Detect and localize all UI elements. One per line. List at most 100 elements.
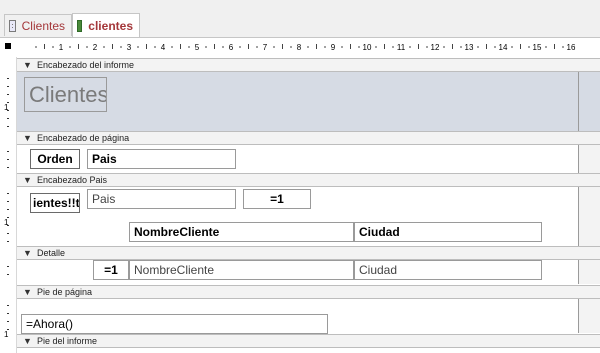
ruler-tick [477, 46, 479, 48]
ruler-tick [146, 44, 147, 49]
ruler-number: 14 [499, 43, 508, 52]
section-bar-report-footer[interactable]: ▼ Pie del informe [17, 334, 600, 348]
ahora-field[interactable]: =Ahora() [21, 314, 328, 334]
ciudad-field[interactable]: Ciudad [354, 260, 542, 280]
report-header-right-edge [578, 72, 600, 131]
detail-counter-field[interactable]: =1 [93, 260, 129, 280]
ruler-number: 15 [533, 43, 542, 52]
ruler-tick [52, 46, 54, 48]
ruler-tick [7, 167, 9, 168]
group-counter-field[interactable]: =1 [243, 189, 311, 209]
ruler-tick [350, 44, 351, 49]
ruler-tick [205, 46, 207, 48]
ruler-tick [7, 274, 9, 275]
tab-clientes-report[interactable]: Clientes [4, 14, 72, 36]
ruler-number: 1 [59, 43, 64, 52]
ruler-tick [180, 44, 181, 49]
ruler-tick [426, 46, 428, 48]
tab-clientes-form[interactable]: clientes [72, 13, 140, 37]
ruler-number: 9 [331, 43, 336, 52]
ruler-tick [103, 46, 105, 48]
ruler-tick [486, 44, 487, 49]
group-expression-field[interactable]: ientes!!te [30, 193, 80, 213]
section-label: Encabezado del informe [37, 60, 135, 70]
ruler-tick [7, 241, 9, 242]
ruler-tick [452, 44, 453, 49]
ruler-number: 1 [4, 103, 9, 112]
nombrecliente-field[interactable]: NombreCliente [129, 260, 354, 280]
ruler-tick [511, 46, 513, 48]
pais-field[interactable]: Pais [87, 189, 236, 209]
page-header-right-edge [578, 145, 600, 173]
ruler-tick [307, 46, 309, 48]
ruler-tick [324, 46, 326, 48]
section-bar-report-header[interactable]: ▼ Encabezado del informe [17, 58, 600, 72]
ruler-tick [384, 44, 385, 49]
ruler-tick [520, 44, 521, 49]
ruler-tick [562, 46, 564, 48]
ruler-tick [7, 94, 9, 95]
tab-label: Clientes [21, 18, 65, 33]
orden-label[interactable]: Orden [30, 149, 80, 169]
ruler-tick [7, 266, 9, 267]
section-arrow-icon: ▼ [23, 60, 32, 70]
form-icon [77, 19, 83, 32]
ruler-tick [86, 46, 88, 48]
ruler-number: 13 [465, 43, 474, 52]
select-report-icon [5, 43, 11, 49]
section-label: Pie del informe [37, 336, 98, 346]
ruler-number: 10 [363, 43, 372, 52]
ruler-number: 3 [127, 43, 132, 52]
pais-label[interactable]: Pais [87, 149, 236, 169]
section-bar-page-footer[interactable]: ▼ Pie de página [17, 285, 600, 299]
ruler-tick [545, 46, 547, 48]
nombrecliente-label[interactable]: NombreCliente [129, 222, 354, 242]
section-label: Detalle [37, 248, 66, 258]
ruler-tick [7, 209, 9, 210]
section-bar-page-header[interactable]: ▼ Encabezado de página [17, 131, 600, 145]
report-header-area[interactable]: Clientes [17, 72, 600, 131]
detail-area[interactable]: =1 NombreCliente Ciudad [17, 260, 600, 284]
ruler-tick [7, 201, 9, 202]
group-header-right-edge [578, 187, 600, 246]
group-header-area[interactable]: ientes!!te Pais =1 NombreCliente Ciudad [17, 187, 600, 246]
ruler-tick [358, 46, 360, 48]
ruler-tick [188, 46, 190, 48]
section-bar-detail[interactable]: ▼ Detalle [17, 246, 600, 260]
ciudad-label[interactable]: Ciudad [354, 222, 542, 242]
ruler-tick [392, 46, 394, 48]
ruler-tick [7, 78, 9, 79]
page-footer-area[interactable]: =Ahora() [17, 299, 600, 334]
detail-right-edge [578, 260, 600, 284]
ruler-tick [375, 46, 377, 48]
ruler-corner-selector[interactable] [0, 40, 17, 54]
report-title-label[interactable]: Clientes [24, 77, 107, 112]
ruler-number: 11 [397, 43, 406, 52]
ruler-tick [78, 44, 79, 49]
ruler-number: 1 [4, 218, 9, 227]
ruler-tick [494, 46, 496, 48]
ruler-tick [7, 193, 9, 194]
ruler-tick [316, 44, 317, 49]
ruler-tick [7, 159, 9, 160]
section-arrow-icon: ▼ [23, 287, 32, 297]
ruler-tick [137, 46, 139, 48]
ruler-number: 6 [229, 43, 234, 52]
ruler-tick [409, 46, 411, 48]
ruler-tick [7, 321, 9, 322]
horizontal-ruler: 1 2 3 4 5 6 7 8 9 10 11 12 13 14 15 16 [17, 40, 600, 54]
section-bar-group-header[interactable]: ▼ Encabezado Pais [17, 173, 600, 187]
section-arrow-icon: ▼ [23, 175, 32, 185]
ruler-tick [554, 44, 555, 49]
page-header-area[interactable]: Orden Pais [17, 145, 600, 173]
vertical-ruler: 1 1 1 [0, 57, 17, 353]
ruler-tick [7, 118, 9, 119]
ruler-tick [7, 126, 9, 127]
report-footer-area[interactable] [17, 348, 600, 353]
ruler-number: 2 [93, 43, 98, 52]
ruler-tick [239, 46, 241, 48]
ruler-tick [112, 44, 113, 49]
ruler-tick [418, 44, 419, 49]
ruler-number: 7 [263, 43, 268, 52]
ruler-number: 5 [195, 43, 200, 52]
